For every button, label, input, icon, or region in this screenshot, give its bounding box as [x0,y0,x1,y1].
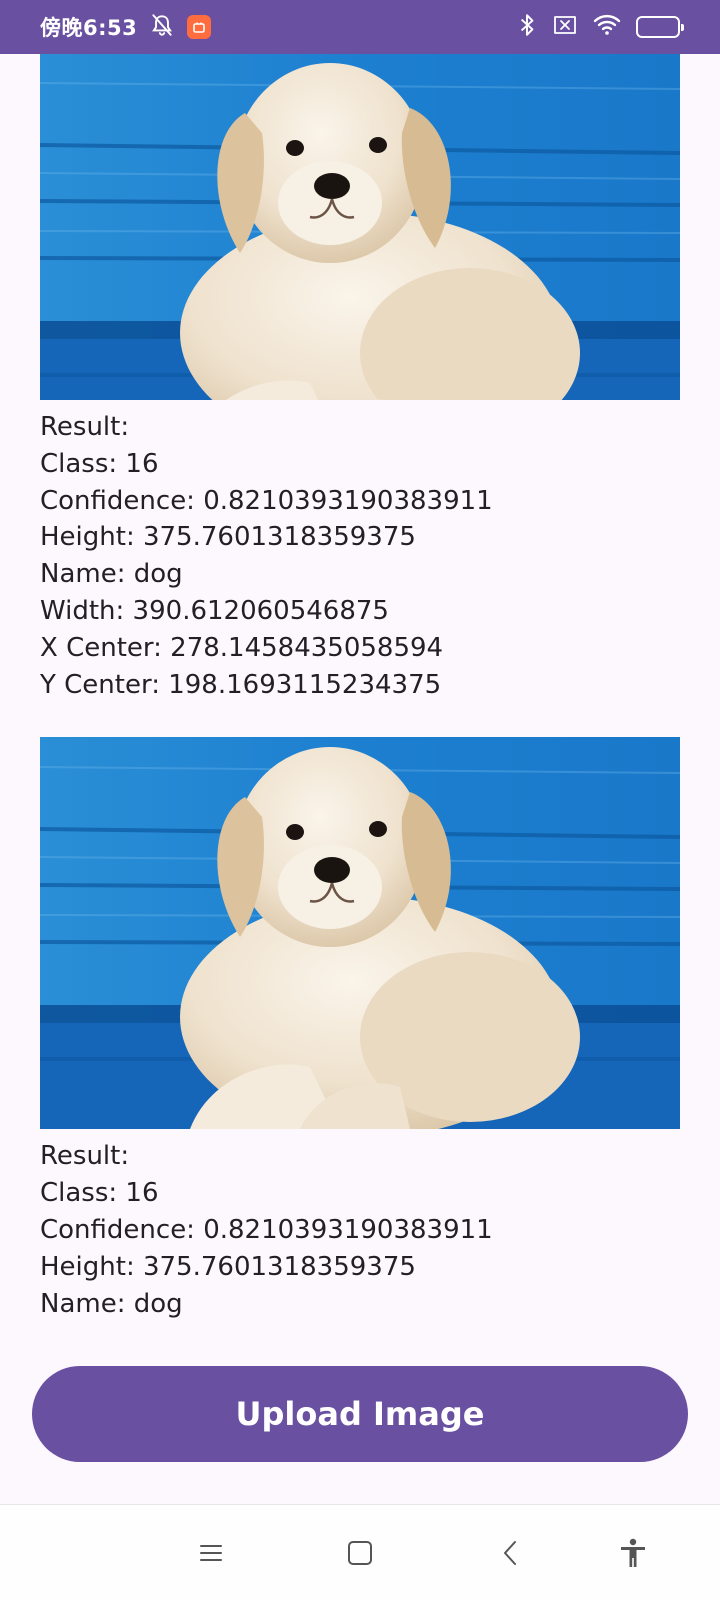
result-line: Width: 390.612060546875 [40,595,389,626]
result-line: Height: 375.7601318359375 [40,522,416,553]
result-line: Name: dog [40,559,183,590]
result-line: Confidence: 0.8210393190383911 [40,485,493,516]
battery-level: 84 [648,19,668,35]
upload-image-button[interactable]: Upload Image [32,1366,688,1462]
result-line: Class: 16 [40,448,159,479]
results-scroll-view[interactable]: Result: Class: 16 Confidence: 0.8210393190… [0,54,720,1323]
result-line: Name: dog [40,1288,183,1319]
dog-photo-illustration [40,737,680,1130]
accessibility-icon[interactable] [609,1529,657,1577]
result-line: X Center: 278.1458435058594 [40,632,444,663]
result-text-block: Result: Class: 16 Confidence: 0.8210393190… [40,1129,680,1322]
status-system-icons: 84 [516,12,684,42]
battery-icon: 84 [636,16,684,38]
result-text-block: Result: Class: 16 Confidence: 0.8210393190… [40,400,680,703]
back-icon[interactable] [486,1529,534,1577]
dog-photo-illustration [40,54,680,400]
status-bar: 傍晚6:53 84 [0,0,720,54]
sim-disabled-icon [552,13,578,41]
result-card: Result: Class: 16 Confidence: 0.8210393190… [40,54,680,703]
home-icon[interactable] [336,1529,384,1577]
wifi-icon [592,13,622,41]
result-line: Y Center: 198.1693115234375 [40,669,442,700]
dog-photo [40,54,680,400]
result-line: Result: [40,412,130,442]
result-card: Result: Class: 16 Confidence: 0.8210393190… [40,737,680,1322]
result-line: Height: 375.7601318359375 [40,1251,416,1282]
bluetooth-icon [516,12,538,42]
app-notification-icon [187,15,212,39]
result-line: Result: [40,1141,130,1172]
status-notification-icons [149,12,212,42]
dog-photo [40,737,680,1130]
menu-icon[interactable] [187,1529,235,1577]
result-line: Class: 16 [40,1178,159,1209]
alarm-off-icon [149,12,175,42]
result-list: Result: Class: 16 Confidence: 0.8210393190… [40,54,680,1323]
status-time: 傍晚6:53 [40,16,138,40]
navigation-bar [0,1504,720,1600]
result-line: Confidence: 0.8210393190383911 [40,1214,493,1245]
